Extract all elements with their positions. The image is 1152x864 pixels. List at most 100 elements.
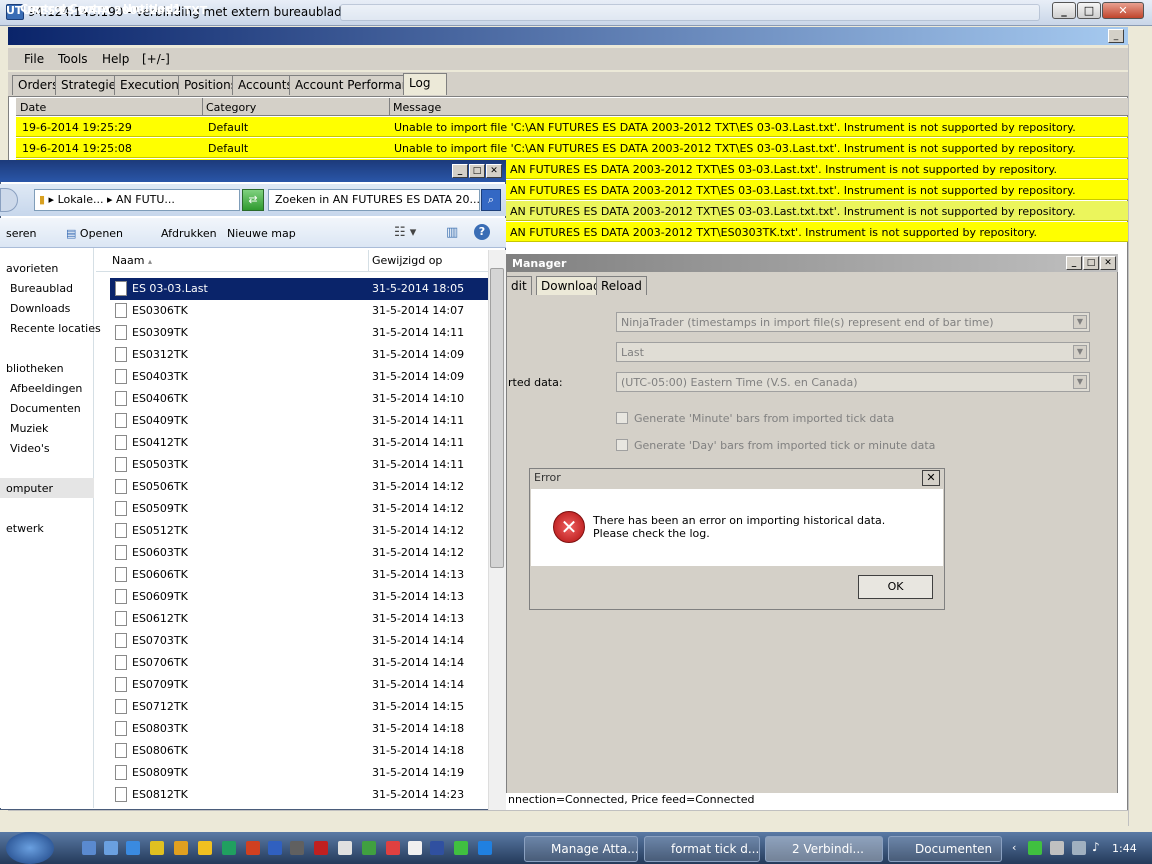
taskbar-item-documents[interactable]: Documenten [888, 836, 1002, 862]
nav-libraries[interactable]: bliotheken [6, 362, 64, 375]
tab-reload[interactable]: Reload [596, 276, 647, 295]
quicklaunch-icon[interactable] [454, 841, 468, 855]
column-name[interactable]: Naam ▴ [112, 254, 152, 267]
network-icon[interactable] [1072, 841, 1086, 855]
menu-expand[interactable]: [+/-] [142, 52, 170, 66]
nav-computer[interactable]: omputer [6, 482, 53, 495]
preview-pane-icon[interactable]: ▥ [446, 225, 458, 240]
file-row[interactable]: ES0306TK 31-5-2014 14:07 [110, 300, 488, 322]
chrome-icon[interactable] [150, 841, 164, 855]
menu-tools[interactable]: Tools [58, 52, 88, 66]
folder-icon[interactable] [174, 841, 188, 855]
nav-favorites[interactable]: avorieten [6, 262, 58, 275]
file-row[interactable]: ES0309TK 31-5-2014 14:11 [110, 322, 488, 344]
file-row[interactable]: ES0709TK 31-5-2014 14:14 [110, 674, 488, 696]
taskbar-item-remote-desktop[interactable]: 2 Verbindi... [765, 836, 883, 862]
column-message[interactable]: Message [393, 101, 441, 114]
breadcrumb-local[interactable]: Lokale... [58, 193, 104, 206]
search-icon[interactable]: ⌕ [481, 189, 501, 211]
nav-music[interactable]: Muziek [10, 422, 48, 435]
quicklaunch-icon[interactable] [104, 841, 118, 855]
file-row[interactable]: ES0609TK 31-5-2014 14:13 [110, 586, 488, 608]
organize-button[interactable]: seren [6, 227, 37, 240]
file-row[interactable]: ES0403TK 31-5-2014 14:09 [110, 366, 488, 388]
column-date[interactable]: Date [20, 101, 46, 114]
control-center-vertical-scrollbar[interactable] [1128, 44, 1144, 826]
help-icon[interactable]: ? [474, 224, 490, 240]
nav-recent-places[interactable]: Recente locaties [10, 322, 101, 335]
manager-minimize-button[interactable]: _ [1066, 256, 1082, 270]
file-row[interactable]: ES0406TK 31-5-2014 14:10 [110, 388, 488, 410]
rdp-maximize-button[interactable]: □ [1077, 2, 1101, 19]
file-row[interactable]: ES0409TK 31-5-2014 14:11 [110, 410, 488, 432]
file-row[interactable]: ES0712TK 31-5-2014 14:15 [110, 696, 488, 718]
quicklaunch-icon[interactable] [222, 841, 236, 855]
timezone-select[interactable]: (UTC-05:00) Eastern Time (V.S. en Canada… [616, 372, 1090, 392]
rdp-minimize-button[interactable]: _ [1052, 2, 1076, 19]
file-row[interactable]: ES0503TK 31-5-2014 14:11 [110, 454, 488, 476]
tab-log[interactable]: Log [403, 73, 447, 95]
search-input[interactable]: Zoeken in AN FUTURES ES DATA 20... [268, 189, 480, 211]
tray-expand-icon[interactable]: ‹ [1012, 841, 1016, 854]
tray-icon[interactable] [1050, 841, 1064, 855]
error-dialog-close-button[interactable]: ✕ [922, 470, 940, 486]
column-modified[interactable]: Gewijzigd op [372, 254, 442, 267]
print-button[interactable]: Afdrukken [161, 227, 217, 240]
file-row[interactable]: ES 03-03.Last 31-5-2014 18:05 [110, 278, 488, 300]
quicklaunch-icon[interactable] [338, 841, 352, 855]
explorer-minimize-button[interactable]: _ [452, 164, 468, 178]
start-button[interactable] [6, 832, 54, 864]
clock[interactable]: 1:44 [1112, 842, 1137, 855]
nav-documents[interactable]: Documenten [10, 402, 81, 415]
ok-button[interactable]: OK [858, 575, 933, 599]
taskbar-item-chrome[interactable]: format tick d... [644, 836, 760, 862]
file-row[interactable]: ES0512TK 31-5-2014 14:12 [110, 520, 488, 542]
data-type-select[interactable]: Last ▼ [616, 342, 1090, 362]
menu-help[interactable]: Help [102, 52, 129, 66]
quicklaunch-icon[interactable] [386, 841, 400, 855]
new-folder-button[interactable]: Nieuwe map [227, 227, 296, 240]
quicklaunch-icon[interactable] [268, 841, 282, 855]
quicklaunch-icon[interactable] [290, 841, 304, 855]
control-center-horizontal-scrollbar[interactable] [8, 810, 1128, 826]
ninjatrader-icon[interactable] [314, 841, 328, 855]
explorer-close-button[interactable]: ✕ [486, 164, 502, 178]
generate-minute-checkbox[interactable] [616, 412, 628, 424]
tab-edit[interactable]: dit [506, 276, 532, 295]
quicklaunch-icon[interactable] [430, 841, 444, 855]
file-row[interactable]: ES0806TK 31-5-2014 14:18 [110, 740, 488, 762]
address-breadcrumb[interactable]: ▮ ▸ Lokale... ▸ AN FUTU... [34, 189, 240, 211]
menu-file[interactable]: File [24, 52, 44, 66]
file-row[interactable]: ES0809TK 31-5-2014 14:19 [110, 762, 488, 784]
manager-maximize-button[interactable]: □ [1083, 256, 1099, 270]
volume-icon[interactable]: ♪ [1092, 840, 1100, 854]
file-row[interactable]: ES0606TK 31-5-2014 14:13 [110, 564, 488, 586]
nav-network[interactable]: etwerk [6, 522, 44, 535]
rdp-close-button[interactable]: ✕ [1102, 2, 1144, 19]
import-format-select[interactable]: NinjaTrader (timestamps in import file(s… [616, 312, 1090, 332]
control-center-minimize-button[interactable]: _ [1108, 29, 1124, 43]
file-row[interactable]: ES0312TK 31-5-2014 14:09 [110, 344, 488, 366]
quicklaunch-icon[interactable] [82, 841, 96, 855]
file-row[interactable]: ES0603TK 31-5-2014 14:12 [110, 542, 488, 564]
file-row[interactable]: ES0812TK 31-5-2014 14:23 [110, 784, 488, 806]
file-row[interactable]: ES0509TK 31-5-2014 14:12 [110, 498, 488, 520]
quicklaunch-icon[interactable] [198, 841, 212, 855]
nav-videos[interactable]: Video's [10, 442, 50, 455]
file-row[interactable]: ES0506TK 31-5-2014 14:12 [110, 476, 488, 498]
explorer-maximize-button[interactable]: □ [469, 164, 485, 178]
open-button[interactable]: ▤ Openen [66, 227, 123, 240]
nav-desktop[interactable]: Bureaublad [10, 282, 73, 295]
column-category[interactable]: Category [206, 101, 256, 114]
quicklaunch-icon[interactable] [246, 841, 260, 855]
quicklaunch-icon[interactable] [362, 841, 376, 855]
breadcrumb-folder[interactable]: AN FUTU... [116, 193, 175, 206]
quicklaunch-icon[interactable] [408, 841, 422, 855]
file-list-scroll-thumb[interactable] [490, 268, 504, 568]
internet-explorer-icon[interactable] [126, 841, 140, 855]
manager-close-button[interactable]: ✕ [1100, 256, 1116, 270]
generate-day-checkbox[interactable] [616, 439, 628, 451]
nav-downloads[interactable]: Downloads [10, 302, 70, 315]
file-row[interactable]: ES0803TK 31-5-2014 14:18 [110, 718, 488, 740]
refresh-icon[interactable]: ⇄ [242, 189, 264, 211]
